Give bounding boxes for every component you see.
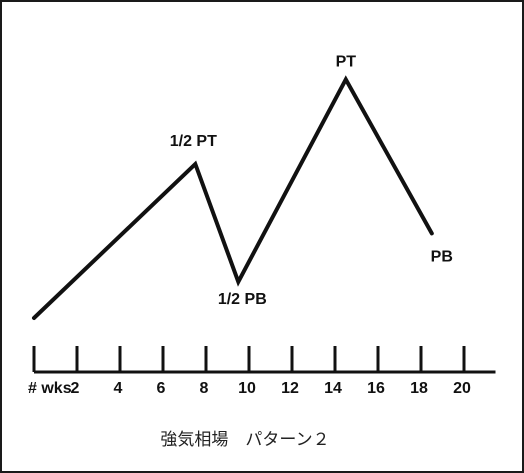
chart: # wks2 4 6 8 10 12 14 16 18 20 1/2 PT 1/2 PB PT PB 強… — [28, 53, 496, 450]
x-tick-label: 6 — [157, 380, 166, 397]
x-tick-label: 2 — [71, 380, 80, 397]
x-tick-label: 10 — [238, 380, 256, 397]
x-ticks — [32, 346, 466, 372]
x-tick-label: 4 — [114, 380, 123, 397]
chart-caption: 強気相場 パターン２ — [160, 430, 329, 450]
price-line — [32, 75, 434, 320]
point-label: PT — [336, 53, 357, 70]
x-tick-label: 18 — [410, 380, 428, 397]
point-label: 1/2 PT — [170, 133, 217, 150]
x-tick-label: 20 — [453, 380, 471, 397]
x-tick-label: 8 — [200, 380, 209, 397]
x-tick-labels: # wks2 4 6 8 10 12 14 16 18 20 — [28, 380, 471, 397]
point-label: PB — [431, 248, 453, 265]
x-tick-label: 12 — [281, 380, 299, 397]
point-labels: 1/2 PT 1/2 PB PT PB — [170, 53, 453, 307]
point-label: 1/2 PB — [218, 291, 267, 308]
x-tick-label: 14 — [324, 380, 342, 397]
x-axis-label: # wks — [28, 380, 72, 397]
x-tick-label: 16 — [367, 380, 385, 397]
